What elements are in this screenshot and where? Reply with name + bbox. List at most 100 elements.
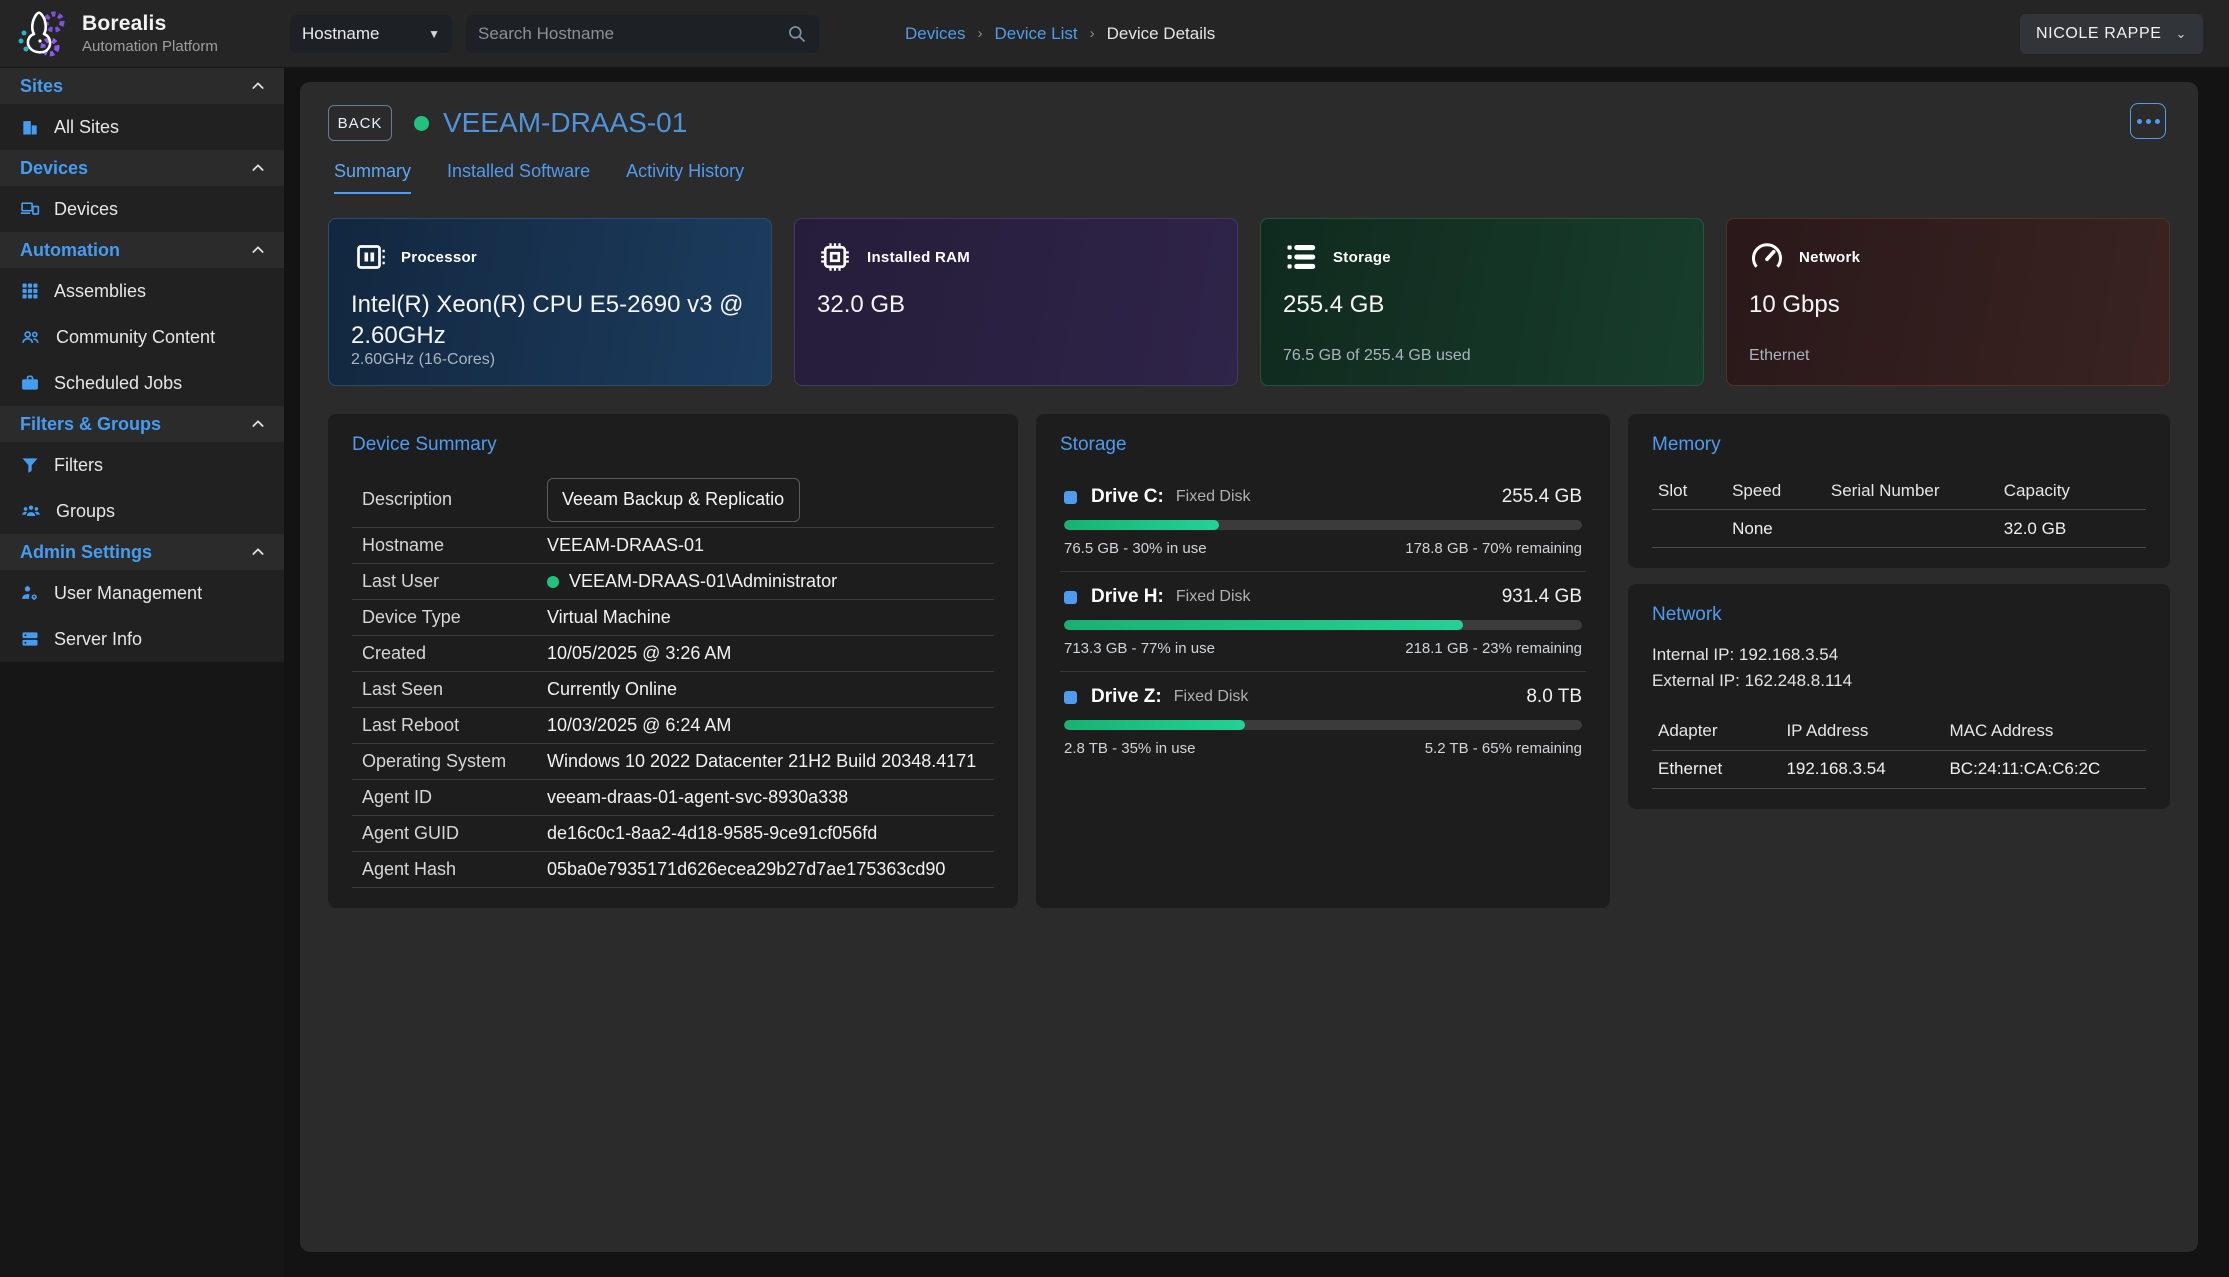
ram-chip-icon	[817, 239, 853, 275]
more-actions-button[interactable]	[2130, 103, 2166, 139]
drive-row-z: Drive Z: Fixed Disk 8.0 TB 2.8 TB - 35% …	[1060, 672, 1586, 771]
network-panel: Network Internal IP: 192.168.3.54 Extern…	[1628, 584, 2170, 809]
summary-row-agent-id: Agent ID veeam-draas-01-agent-svc-8930a3…	[352, 780, 994, 816]
brand-subtitle: Automation Platform	[82, 38, 218, 55]
network-panel-title: Network	[1652, 604, 2146, 626]
summary-row-last-user: Last User VEEAM-DRAAS-01\Administrator	[352, 564, 994, 600]
sidebar-item-scheduled-jobs[interactable]: Scheduled Jobs	[0, 360, 284, 406]
drive-used-label: 2.8 TB - 35% in use	[1064, 740, 1195, 757]
sidebar-section-devices[interactable]: Devices	[0, 150, 284, 186]
chevron-up-icon	[250, 242, 266, 258]
storage-panel-title: Storage	[1060, 434, 1586, 456]
drive-usage-bar	[1064, 520, 1582, 530]
sidebar-item-all-sites[interactable]: All Sites	[0, 104, 284, 150]
sidebar-section-filters-groups[interactable]: Filters & Groups	[0, 406, 284, 442]
summary-row-agent-guid: Agent GUID de16c0c1-8aa2-4d18-9585-9ce91…	[352, 816, 994, 852]
sidebar-item-community-content[interactable]: Community Content	[0, 314, 284, 360]
sidebar-item-filters[interactable]: Filters	[0, 442, 284, 488]
user-menu-button[interactable]: NICOLE RAPPE ⌄	[2020, 14, 2203, 54]
grid-icon	[20, 281, 40, 301]
people-icon	[20, 327, 42, 347]
tab-activity-history[interactable]: Activity History	[626, 161, 744, 194]
description-input[interactable]	[547, 478, 800, 522]
chevron-up-icon	[250, 78, 266, 94]
chevron-down-icon: ▼	[428, 27, 440, 41]
network-sub: Ethernet	[1749, 347, 2147, 365]
device-name-title: VEEAM-DRAAS-01	[443, 107, 687, 139]
drive-row-h: Drive H: Fixed Disk 931.4 GB 713.3 GB - …	[1060, 572, 1586, 672]
summary-row-created: Created 10/05/2025 @ 3:26 AM	[352, 636, 994, 672]
sidebar-item-assemblies[interactable]: Assemblies	[0, 268, 284, 314]
summary-row-operating-system: Operating System Windows 10 2022 Datacen…	[352, 744, 994, 780]
breadcrumb-separator-icon: ›	[977, 25, 982, 42]
summary-row-hostname: Hostname VEEAM-DRAAS-01	[352, 528, 994, 564]
processor-card: Processor Intel(R) Xeon(R) CPU E5-2690 v…	[328, 218, 772, 386]
breadcrumb-separator-icon: ›	[1090, 25, 1095, 42]
device-summary-title: Device Summary	[352, 434, 994, 456]
drive-used-label: 713.3 GB - 77% in use	[1064, 640, 1215, 657]
stat-cards: Processor Intel(R) Xeon(R) CPU E5-2690 v…	[328, 218, 2170, 386]
sidebar-item-groups[interactable]: Groups	[0, 488, 284, 534]
online-status-dot	[414, 116, 429, 131]
storage-card: Storage 255.4 GB 76.5 GB of 255.4 GB use…	[1260, 218, 1704, 386]
network-table-row: Ethernet 192.168.3.54 BC:24:11:CA:C6:2C	[1652, 751, 2146, 789]
groups-icon	[20, 501, 42, 521]
card-label: Processor	[401, 249, 477, 266]
memory-panel-title: Memory	[1652, 434, 2146, 456]
drive-icon	[1064, 491, 1077, 504]
tab-summary[interactable]: Summary	[334, 161, 411, 194]
chevron-up-icon	[250, 160, 266, 176]
breadcrumb-device-details: Device Details	[1107, 24, 1216, 44]
network-table-header: Adapter IP Address MAC Address	[1652, 713, 2146, 751]
drive-usage-bar	[1064, 720, 1582, 730]
device-details-panel: BACK VEEAM-DRAAS-01 Summary Installed So…	[300, 82, 2198, 1252]
tab-installed-software[interactable]: Installed Software	[447, 161, 590, 194]
drive-remaining-label: 218.1 GB - 23% remaining	[1405, 640, 1582, 657]
drive-used-label: 76.5 GB - 30% in use	[1064, 540, 1207, 557]
online-status-dot	[547, 576, 559, 588]
sidebar-item-server-info[interactable]: Server Info	[0, 616, 284, 662]
summary-row-description: Description	[352, 472, 994, 528]
brand: Borealis Automation Platform	[0, 7, 284, 61]
drive-icon	[1064, 691, 1077, 704]
filter-icon	[20, 455, 40, 475]
summary-row-last-seen: Last Seen Currently Online	[352, 672, 994, 708]
devices-icon	[20, 199, 40, 219]
brand-name: Borealis	[82, 12, 218, 36]
installed-ram-card: Installed RAM 32.0 GB	[794, 218, 1238, 386]
chevron-up-icon	[250, 544, 266, 560]
network-value: 10 Gbps	[1749, 289, 2147, 320]
memory-table-row: None 32.0 GB	[1652, 510, 2146, 548]
user-gear-icon	[20, 583, 40, 603]
briefcase-icon	[20, 373, 40, 393]
card-label: Storage	[1333, 249, 1391, 266]
memory-panel: Memory Slot Speed Serial Number Capacity…	[1628, 414, 2170, 568]
hostname-searchbox[interactable]	[466, 15, 819, 53]
chevron-down-icon: ⌄	[2176, 26, 2188, 42]
search-input[interactable]	[478, 24, 787, 44]
device-tabs: Summary Installed Software Activity Hist…	[328, 161, 2170, 194]
search-icon	[787, 24, 807, 44]
card-label: Network	[1799, 249, 1860, 266]
sidebar-item-user-management[interactable]: User Management	[0, 570, 284, 616]
server-icon	[20, 629, 40, 649]
breadcrumb-device-list[interactable]: Device List	[994, 24, 1077, 44]
storage-value: 255.4 GB	[1283, 289, 1681, 320]
sidebar-section-automation[interactable]: Automation	[0, 232, 284, 268]
device-summary-panel: Device Summary Description Hostname VEEA…	[328, 414, 1018, 908]
sidebar-item-devices[interactable]: Devices	[0, 186, 284, 232]
back-button[interactable]: BACK	[328, 105, 392, 141]
summary-row-device-type: Device Type Virtual Machine	[352, 600, 994, 636]
breadcrumb-devices[interactable]: Devices	[905, 24, 965, 44]
borealis-rabbit-logo	[14, 7, 68, 61]
internal-ip: Internal IP: 192.168.3.54	[1652, 642, 2146, 668]
ram-value: 32.0 GB	[817, 289, 1215, 320]
sidebar-section-admin-settings[interactable]: Admin Settings	[0, 534, 284, 570]
processor-value: Intel(R) Xeon(R) CPU E5-2690 v3 @ 2.60GH…	[351, 289, 749, 351]
chevron-up-icon	[250, 416, 266, 432]
sidebar-section-sites[interactable]: Sites	[0, 68, 284, 104]
cpu-icon	[351, 239, 387, 275]
breadcrumb: Devices › Device List › Device Details	[905, 24, 1215, 44]
storage-stack-icon	[1283, 239, 1319, 275]
search-field-dropdown[interactable]: Hostname ▼	[290, 15, 452, 53]
